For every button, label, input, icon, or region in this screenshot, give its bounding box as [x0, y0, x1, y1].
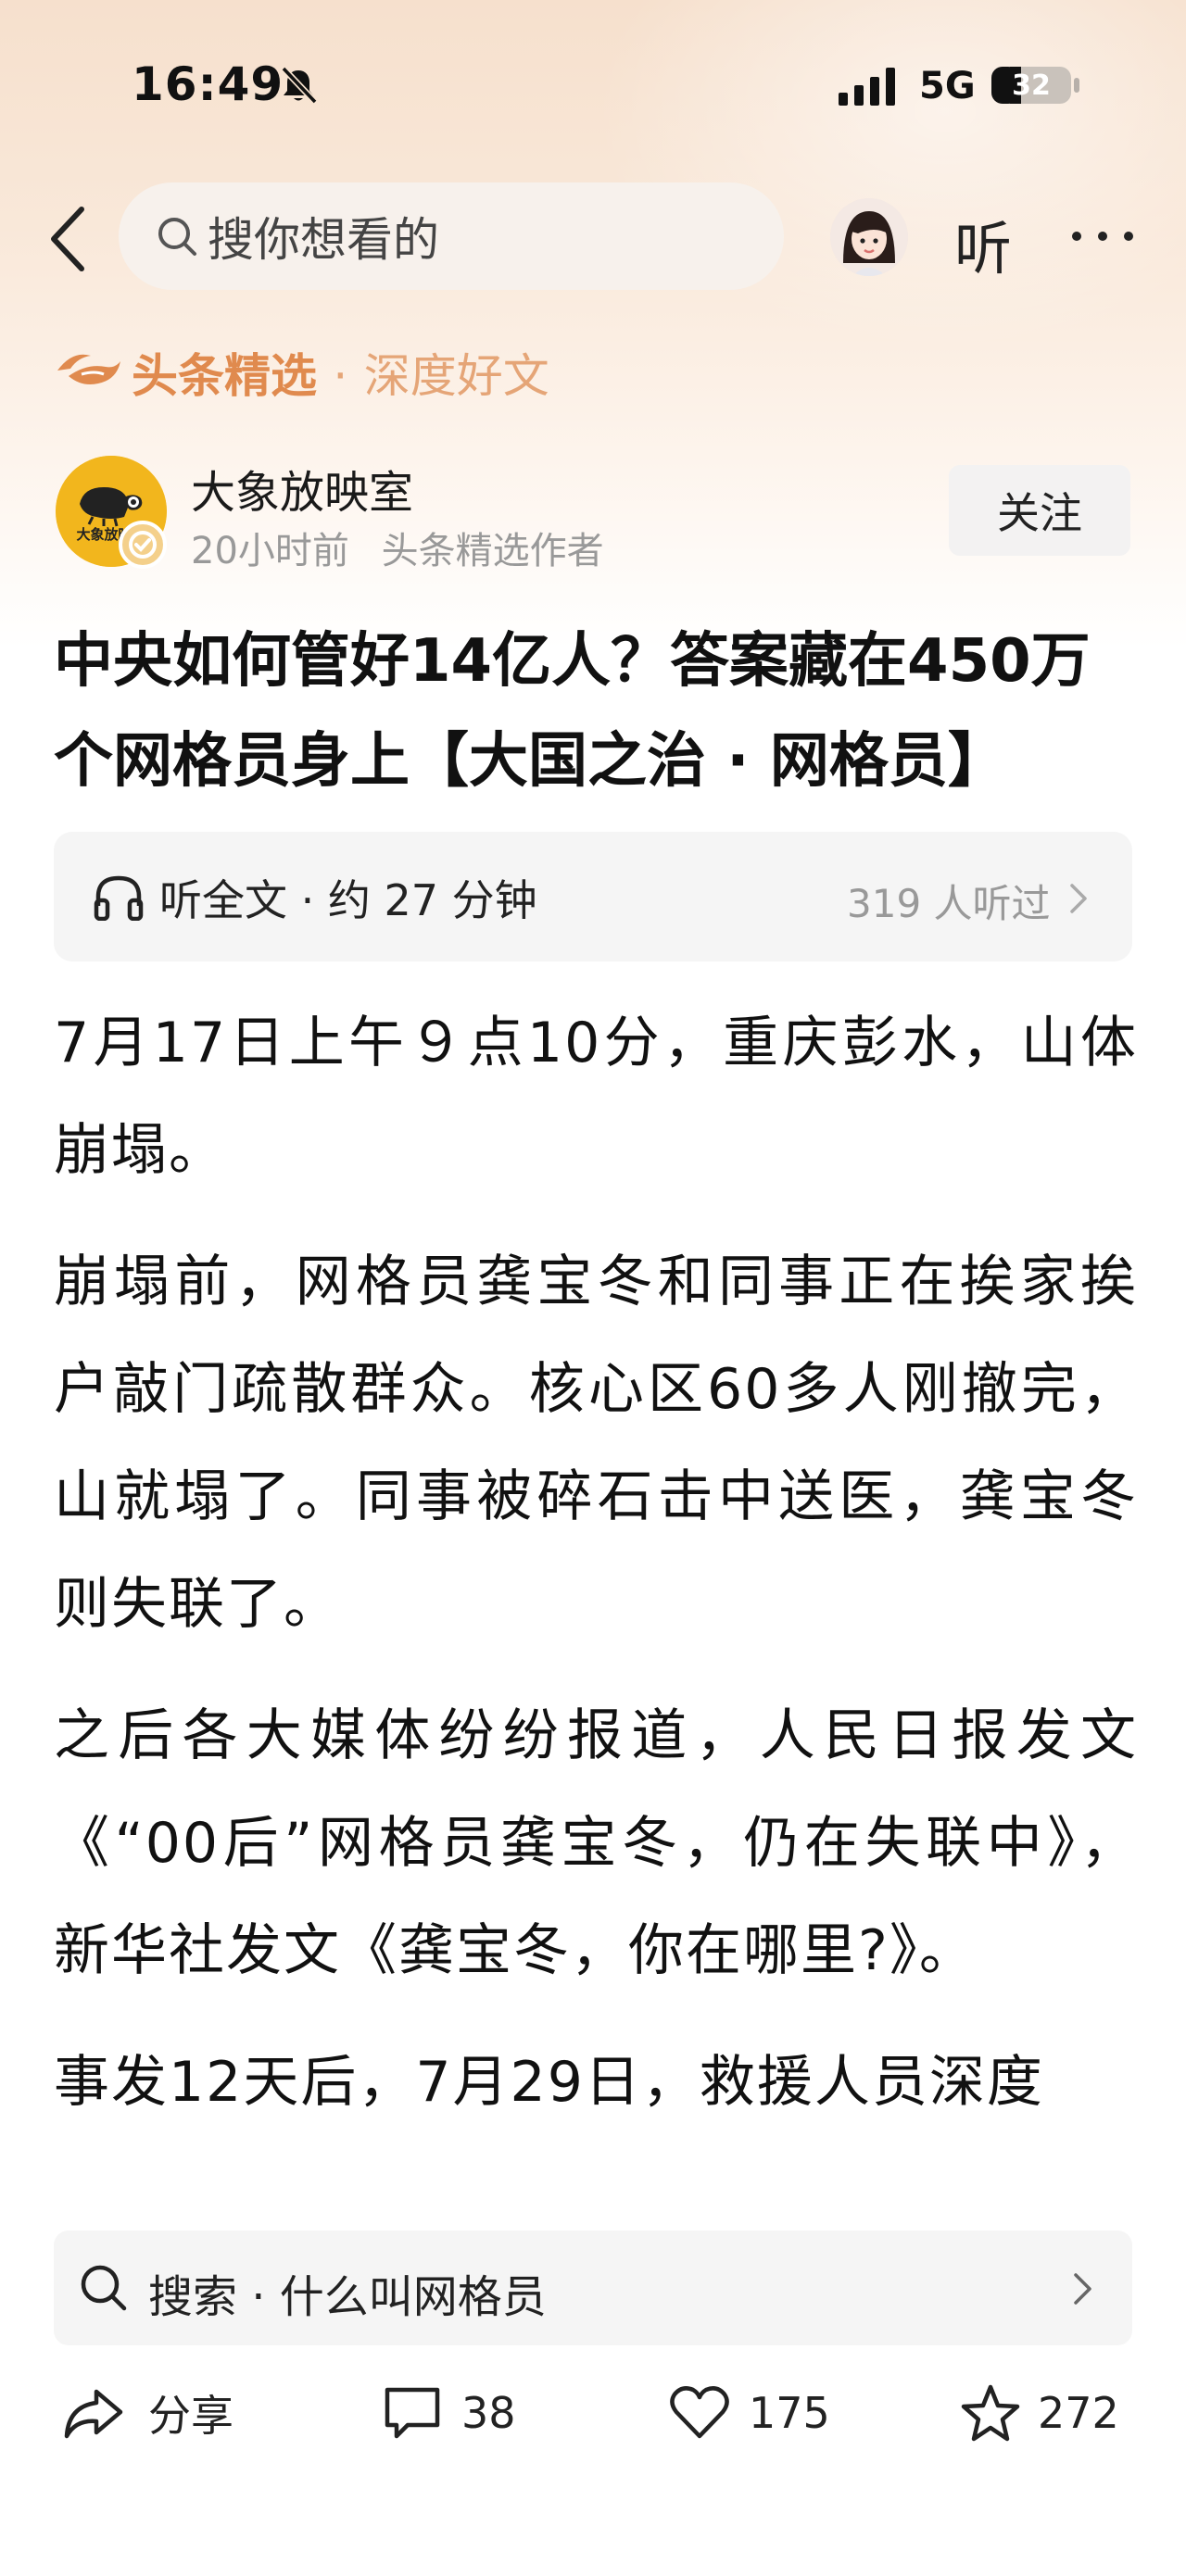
featured-separator: ·	[333, 349, 348, 403]
favorite-button[interactable]: 272	[958, 2382, 1119, 2444]
search-icon	[81, 2265, 127, 2311]
star-icon	[961, 2384, 1020, 2442]
like-button[interactable]: 175	[667, 2382, 830, 2444]
article-paragraph: 崩塌前，网格员龚宝冬和同事正在挨家挨户敲门疏散群众。核心区60多人刚撤完，山就塌…	[54, 1250, 1138, 1637]
verified-badge-icon	[119, 521, 167, 569]
network-type: 5G	[919, 65, 976, 107]
featured-brand: 头条精选	[132, 349, 317, 403]
chevron-right-icon	[1074, 2273, 1091, 2305]
more-options-icon[interactable]	[1066, 204, 1140, 269]
search-placeholder: 搜你想看的	[208, 213, 439, 267]
follow-button[interactable]: 关注	[949, 465, 1130, 556]
user-avatar[interactable]	[830, 198, 908, 276]
post-time: 20小时前	[191, 530, 349, 572]
user-avatar-illustration	[830, 198, 908, 276]
toutiao-featured-logo-icon	[57, 354, 120, 384]
cellular-signal-icon	[839, 68, 895, 106]
article-paragraph: 之后各大媒体纷纷报道，人民日报发文《“00后”网格员龚宝冬，仍在失联中》，新华社…	[54, 1703, 1138, 1983]
heart-icon	[670, 2386, 729, 2439]
back-arrow-icon[interactable]	[48, 206, 89, 272]
battery-level: 32	[1012, 69, 1051, 102]
share-label: 分享	[148, 2391, 233, 2441]
listen-full-label: 听全文 · 约 27 分钟	[159, 875, 537, 925]
featured-subtitle: 深度好文	[363, 349, 549, 403]
listen-count: 319 人听过	[847, 881, 1051, 926]
related-search-label: 搜索 · 什么叫网格员	[148, 2271, 547, 2323]
article-body: 7月17日上午９点10分，重庆彭水，山体崩塌。 崩塌前，网格员龚宝冬和同事正在挨…	[54, 989, 1138, 2160]
status-time: 16:49	[132, 57, 284, 111]
article-title: 中央如何管好14亿人？答案藏在450万个网格员身上【大国之治 · 网格员】	[54, 627, 1091, 796]
search-input[interactable]: 搜你想看的	[119, 182, 784, 290]
author-name[interactable]: 大象放映室	[191, 456, 413, 521]
author-role: 头条精选作者	[381, 530, 604, 572]
headphones-icon	[94, 875, 144, 921]
featured-banner: 头条精选 · 深度好文	[132, 339, 549, 406]
article-paragraph: 事发12天后，7月29日，救援人员深度	[54, 2050, 1044, 2115]
bell-off-icon	[281, 66, 318, 105]
like-count: 175	[749, 2388, 830, 2438]
chevron-right-icon	[1070, 884, 1087, 913]
article-paragraph: 7月17日上午９点10分，重庆彭水，山体崩塌。	[54, 1011, 1138, 1183]
comment-button[interactable]: 38	[380, 2382, 516, 2444]
listen-button[interactable]: 听	[954, 202, 1012, 285]
share-button[interactable]: 分享	[61, 2382, 233, 2444]
comment-count: 38	[461, 2388, 516, 2438]
favorite-count: 272	[1038, 2388, 1119, 2438]
comment-icon	[385, 2387, 440, 2439]
share-icon	[64, 2389, 123, 2439]
search-icon	[158, 218, 196, 256]
battery-indicator: 32	[990, 63, 1082, 107]
author-meta: 20小时前 头条精选作者	[191, 521, 604, 574]
